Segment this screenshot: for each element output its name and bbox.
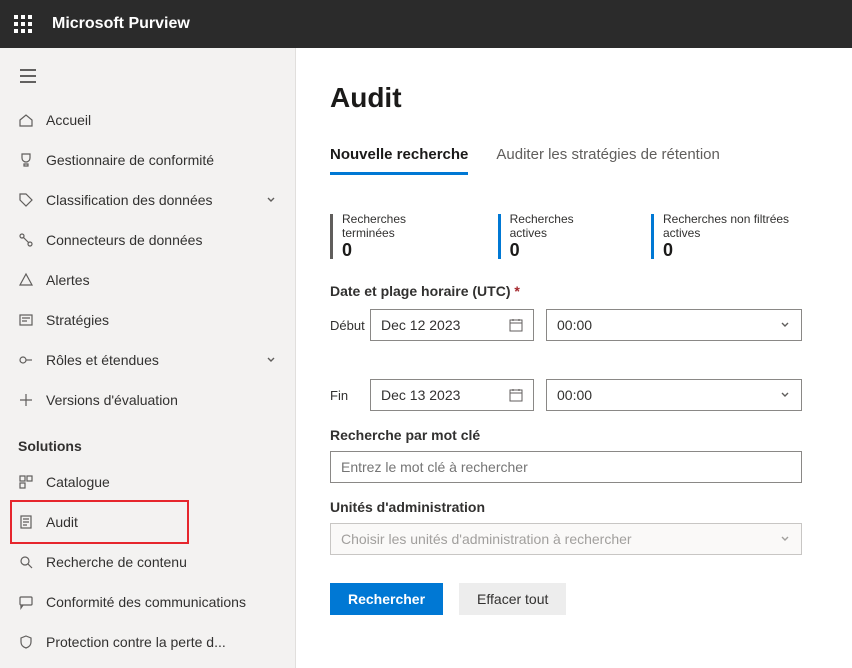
app-launcher-icon[interactable] bbox=[14, 15, 32, 33]
stat-active: Recherches actives 0 bbox=[498, 212, 607, 261]
key-icon bbox=[18, 352, 46, 368]
nav-label: Catalogue bbox=[46, 474, 277, 490]
connector-icon bbox=[18, 232, 46, 248]
chevron-down-icon bbox=[265, 194, 277, 206]
datetime-range-label: Date et plage horaire (UTC) * bbox=[330, 283, 818, 299]
nav-label: Gestionnaire de conformité bbox=[46, 152, 277, 168]
nav-label: Conformité des communications bbox=[46, 594, 277, 610]
nav-label: Accueil bbox=[46, 112, 277, 128]
stats-row: Recherches terminées 0 Recherches active… bbox=[330, 212, 818, 261]
chevron-down-icon bbox=[779, 533, 791, 545]
calendar-icon bbox=[509, 318, 523, 332]
nav-audit[interactable]: Audit bbox=[0, 502, 295, 542]
hamburger-icon bbox=[20, 69, 36, 83]
end-label: Fin bbox=[330, 388, 358, 403]
nav-label: Stratégies bbox=[46, 312, 277, 328]
nav-label: Classification des données bbox=[46, 192, 265, 208]
stat-value: 0 bbox=[663, 240, 818, 261]
catalog-icon bbox=[18, 474, 46, 490]
collapse-nav-button[interactable] bbox=[0, 58, 295, 94]
main-content: Audit Nouvelle recherche Auditer les str… bbox=[296, 48, 852, 668]
end-time-value: 00:00 bbox=[557, 387, 592, 403]
stat-completed: Recherches terminées 0 bbox=[330, 212, 454, 261]
nav-label: Connecteurs de données bbox=[46, 232, 277, 248]
stat-label: Recherches non filtrées actives bbox=[663, 212, 818, 240]
start-date-value: Dec 12 2023 bbox=[381, 317, 460, 333]
button-row: Rechercher Effacer tout bbox=[330, 583, 818, 615]
stat-value: 0 bbox=[342, 240, 454, 261]
nav-strategies[interactable]: Stratégies bbox=[0, 300, 295, 340]
policy-icon bbox=[18, 312, 46, 328]
chat-icon bbox=[18, 594, 46, 610]
nav-accueil[interactable]: Accueil bbox=[0, 100, 295, 140]
nav-catalogue[interactable]: Catalogue bbox=[0, 462, 295, 502]
audit-icon bbox=[18, 514, 46, 530]
chevron-down-icon bbox=[265, 354, 277, 366]
sparkle-icon bbox=[18, 392, 46, 408]
start-label: Début bbox=[330, 318, 358, 333]
nav-label: Audit bbox=[46, 514, 277, 530]
brand-title: Microsoft Purview bbox=[52, 15, 190, 33]
admin-units-select[interactable]: Choisir les unités d'administration à re… bbox=[330, 523, 802, 555]
nav-classification-donnees[interactable]: Classification des données bbox=[0, 180, 295, 220]
stat-label: Recherches actives bbox=[510, 212, 607, 240]
admin-units-placeholder: Choisir les unités d'administration à re… bbox=[341, 531, 632, 547]
keyword-input[interactable] bbox=[330, 451, 802, 483]
end-time-input[interactable]: 00:00 bbox=[546, 379, 802, 411]
search-icon bbox=[18, 554, 46, 570]
start-time-value: 00:00 bbox=[557, 317, 592, 333]
nav-gestionnaire-conformite[interactable]: Gestionnaire de conformité bbox=[0, 140, 295, 180]
start-date-input[interactable]: Dec 12 2023 bbox=[370, 309, 534, 341]
nav-protection-perte-donnees[interactable]: Protection contre la perte d... bbox=[0, 622, 295, 662]
nav-label: Recherche de contenu bbox=[46, 554, 277, 570]
tag-icon bbox=[18, 192, 46, 208]
topbar: Microsoft Purview bbox=[0, 0, 852, 48]
trophy-icon bbox=[18, 152, 46, 168]
clear-button[interactable]: Effacer tout bbox=[459, 583, 566, 615]
end-date-value: Dec 13 2023 bbox=[381, 387, 460, 403]
nav-roles-etendues[interactable]: Rôles et étendues bbox=[0, 340, 295, 380]
alert-icon bbox=[18, 272, 46, 288]
nav-label: Protection contre la perte d... bbox=[46, 634, 277, 650]
stat-unfiltered-active: Recherches non filtrées actives 0 bbox=[651, 212, 818, 261]
nav-connecteurs-donnees[interactable]: Connecteurs de données bbox=[0, 220, 295, 260]
start-row: Début Dec 12 2023 00:00 bbox=[330, 309, 818, 341]
nav-versions-evaluation[interactable]: Versions d'évaluation bbox=[0, 380, 295, 420]
chevron-down-icon bbox=[779, 389, 791, 401]
keyword-label: Recherche par mot clé bbox=[330, 427, 818, 443]
end-row: Fin Dec 13 2023 00:00 bbox=[330, 379, 818, 411]
nav-label: Alertes bbox=[46, 272, 277, 288]
tab-nouvelle-recherche[interactable]: Nouvelle recherche bbox=[330, 138, 468, 175]
shield-icon bbox=[18, 634, 46, 650]
nav-label: Rôles et étendues bbox=[46, 352, 265, 368]
stat-value: 0 bbox=[510, 240, 607, 261]
admin-units-label: Unités d'administration bbox=[330, 499, 818, 515]
nav-label: Versions d'évaluation bbox=[46, 392, 277, 408]
chevron-down-icon bbox=[779, 319, 791, 331]
nav-conformite-communications[interactable]: Conformité des communications bbox=[0, 582, 295, 622]
start-time-input[interactable]: 00:00 bbox=[546, 309, 802, 341]
end-date-input[interactable]: Dec 13 2023 bbox=[370, 379, 534, 411]
stat-label: Recherches terminées bbox=[342, 212, 454, 240]
search-button[interactable]: Rechercher bbox=[330, 583, 443, 615]
required-mark: * bbox=[514, 283, 519, 299]
tab-bar: Nouvelle recherche Auditer les stratégie… bbox=[330, 138, 818, 176]
nav-section-solutions: Solutions bbox=[0, 420, 295, 462]
calendar-icon bbox=[509, 388, 523, 402]
page-title: Audit bbox=[330, 82, 818, 114]
sidebar: Accueil Gestionnaire de conformité Class… bbox=[0, 48, 296, 668]
tab-auditer-strategies[interactable]: Auditer les stratégies de rétention bbox=[496, 138, 719, 175]
nav-recherche-contenu[interactable]: Recherche de contenu bbox=[0, 542, 295, 582]
home-icon bbox=[18, 112, 46, 128]
nav-alertes[interactable]: Alertes bbox=[0, 260, 295, 300]
